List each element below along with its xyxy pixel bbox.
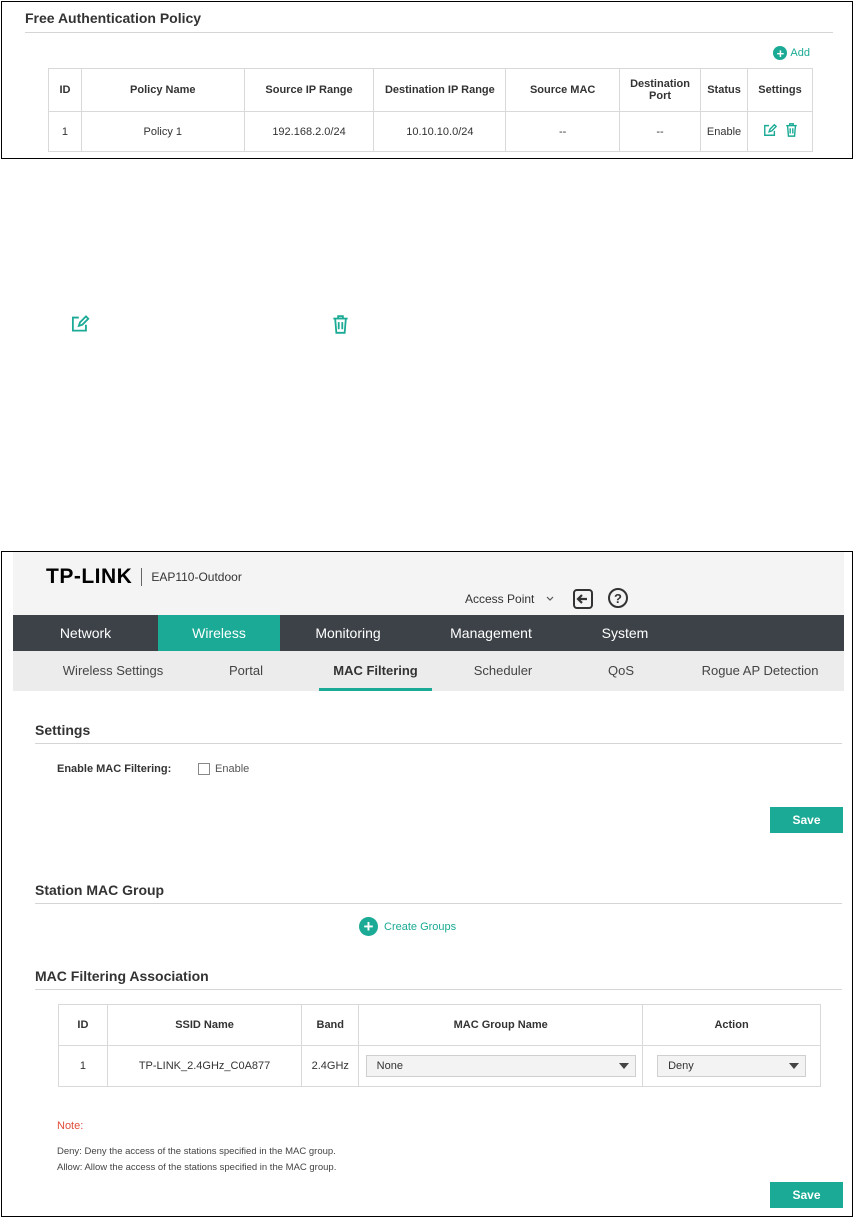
col-destination-port: Destination Port xyxy=(619,68,702,112)
subnav-qos[interactable]: QoS xyxy=(593,651,649,691)
section-divider xyxy=(35,989,842,990)
create-groups-label: Create Groups xyxy=(384,920,457,933)
station-mac-group-title: Station MAC Group xyxy=(35,882,165,898)
cell-status: Enable xyxy=(700,111,749,152)
cell-destination-port: -- xyxy=(619,111,702,152)
col-id: ID xyxy=(48,68,82,112)
app-header: TP-LINK EAP110-Outdoor Access Point ? xyxy=(13,552,844,615)
help-icon[interactable]: ? xyxy=(608,588,628,608)
active-tab-indicator xyxy=(319,688,432,691)
cell-destination-ip: 10.10.10.0/24 xyxy=(373,111,507,152)
action-value: Deny xyxy=(668,1060,694,1072)
section-divider xyxy=(35,743,842,744)
mac-filtering-screen: TP-LINK EAP110-Outdoor Access Point ? Ne… xyxy=(1,551,853,1217)
mac-group-select[interactable]: None xyxy=(365,1055,636,1077)
col-band: Band xyxy=(301,1004,360,1046)
note-title: Note: xyxy=(57,1120,84,1132)
col-ssid-name: SSID Name xyxy=(106,1004,303,1046)
subnav-wireless-settings[interactable]: Wireless Settings xyxy=(53,651,173,691)
enable-mac-filtering-checkbox[interactable] xyxy=(198,763,210,775)
delete-icon xyxy=(333,315,348,334)
nav-wireless[interactable]: Wireless xyxy=(158,615,280,651)
edit-icon[interactable] xyxy=(763,123,777,137)
cell-policy-name: Policy 1 xyxy=(80,111,245,152)
section-title: Free Authentication Policy xyxy=(25,10,202,26)
enable-checkbox-label: Enable xyxy=(215,763,250,775)
nav-system[interactable]: System xyxy=(566,615,684,651)
cell-source-mac: -- xyxy=(505,111,621,152)
note-allow: Allow: Allow the access of the stations … xyxy=(57,1162,337,1173)
settings-save-button[interactable]: Save xyxy=(770,807,843,833)
add-button[interactable]: + Add xyxy=(773,46,810,60)
mode-select[interactable]: Access Point xyxy=(465,592,554,606)
col-policy-name: Policy Name xyxy=(80,68,245,112)
mode-label: Access Point xyxy=(465,592,535,606)
col-id: ID xyxy=(58,1004,108,1046)
cell-action: Deny xyxy=(642,1045,821,1087)
subnav-scheduler[interactable]: Scheduler xyxy=(465,651,541,691)
cell-ssid-name: TP-LINK_2.4GHz_C0A877 xyxy=(106,1045,303,1087)
free-auth-policy-panel: Free Authentication Policy + Add ID Poli… xyxy=(1,1,853,159)
action-select[interactable]: Deny xyxy=(657,1055,807,1077)
mac-group-value: None xyxy=(376,1060,403,1072)
subnav-portal[interactable]: Portal xyxy=(213,651,279,691)
association-table: ID SSID Name Band MAC Group Name Action … xyxy=(58,1004,821,1087)
device-model: EAP110-Outdoor xyxy=(151,570,242,584)
create-groups-button[interactable]: + Create Groups xyxy=(359,917,456,936)
mac-filtering-association-title: MAC Filtering Association xyxy=(35,968,209,984)
table-header-row: ID SSID Name Band MAC Group Name Action xyxy=(58,1004,821,1046)
nav-monitoring[interactable]: Monitoring xyxy=(280,615,416,651)
sub-nav: Wireless Settings Portal MAC Filtering S… xyxy=(13,651,844,691)
subnav-rogue-ap-detection[interactable]: Rogue AP Detection xyxy=(695,651,825,691)
settings-title: Settings xyxy=(35,722,91,738)
logo-separator xyxy=(141,568,143,586)
policy-table: ID Policy Name Source IP Range Destinati… xyxy=(48,68,813,152)
cell-mac-group: None xyxy=(358,1045,644,1087)
brand-logo: TP-LINK xyxy=(46,565,133,588)
col-source-ip: Source IP Range xyxy=(243,68,375,112)
nav-network[interactable]: Network xyxy=(13,615,158,651)
add-label: Add xyxy=(790,47,810,59)
section-divider xyxy=(25,32,833,33)
table-header-row: ID Policy Name Source IP Range Destinati… xyxy=(48,68,813,112)
logo: TP-LINK EAP110-Outdoor xyxy=(46,565,242,589)
main-nav: Network Wireless Monitoring Management S… xyxy=(13,615,844,651)
dropdown-arrow-icon xyxy=(789,1063,800,1069)
subnav-mac-filtering[interactable]: MAC Filtering xyxy=(319,651,432,691)
table-row: 1 Policy 1 192.168.2.0/24 10.10.10.0/24 … xyxy=(48,111,813,152)
cell-id: 1 xyxy=(58,1045,108,1087)
col-destination-ip: Destination IP Range xyxy=(373,68,507,112)
edit-icon xyxy=(71,315,90,332)
cell-band: 2.4GHz xyxy=(301,1045,360,1087)
association-save-button[interactable]: Save xyxy=(770,1182,843,1208)
cell-id: 1 xyxy=(48,111,82,152)
col-mac-group-name: MAC Group Name xyxy=(358,1004,644,1046)
dropdown-arrow-icon xyxy=(618,1063,629,1069)
logout-icon[interactable] xyxy=(572,588,594,610)
cell-settings xyxy=(747,111,813,152)
enable-mac-filtering-label: Enable MAC Filtering: xyxy=(57,763,172,775)
col-status: Status xyxy=(700,68,749,112)
col-source-mac: Source MAC xyxy=(505,68,621,112)
col-settings: Settings xyxy=(747,68,813,112)
chevron-down-icon xyxy=(546,596,554,601)
delete-icon[interactable] xyxy=(785,123,798,137)
add-icon: + xyxy=(773,46,788,60)
add-icon: + xyxy=(359,917,378,936)
col-action: Action xyxy=(642,1004,821,1046)
note-deny: Deny: Deny the access of the stations sp… xyxy=(57,1146,336,1157)
table-row: 1 TP-LINK_2.4GHz_C0A877 2.4GHz None Deny xyxy=(58,1045,821,1087)
nav-management[interactable]: Management xyxy=(416,615,566,651)
section-divider xyxy=(35,903,842,904)
cell-source-ip: 192.168.2.0/24 xyxy=(243,111,375,152)
